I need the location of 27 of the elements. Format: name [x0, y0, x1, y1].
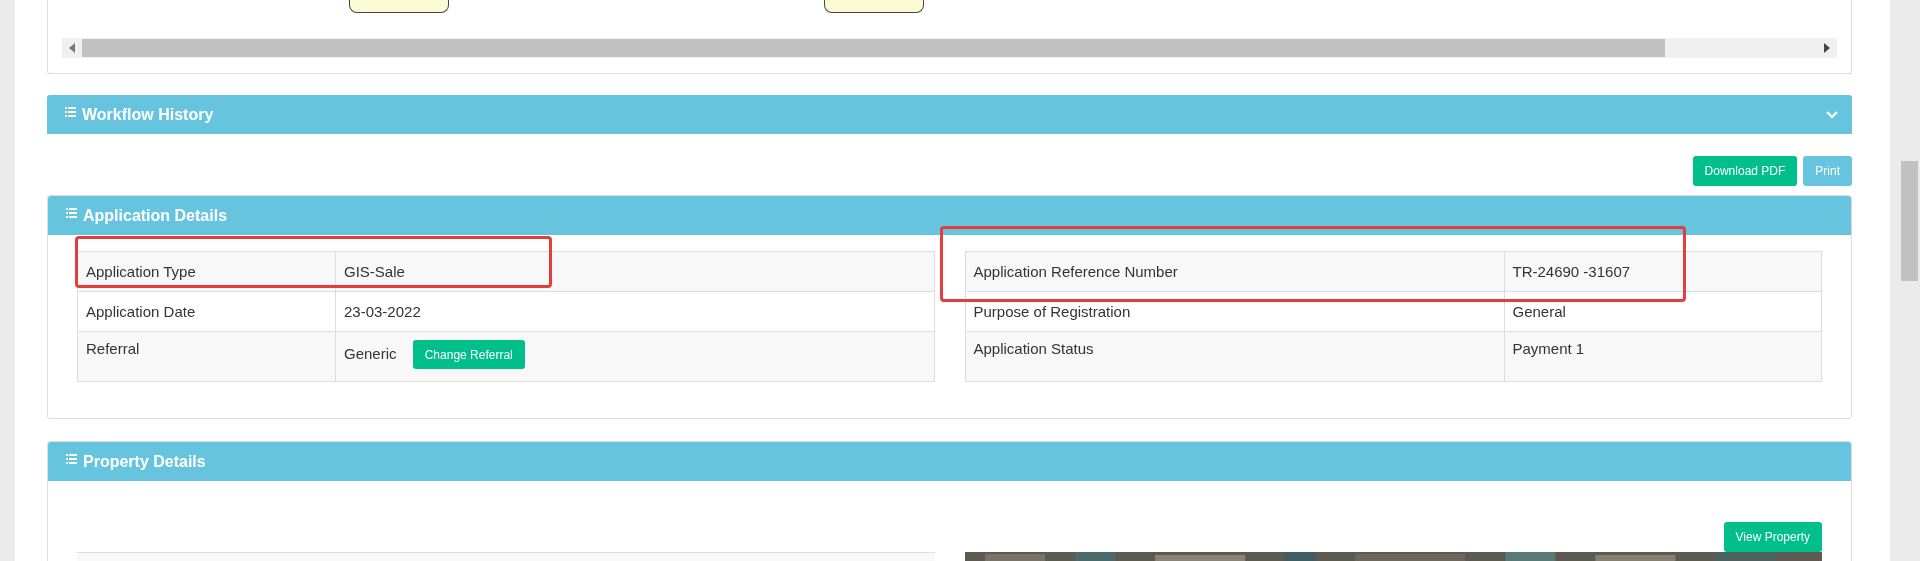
table-cell: Referral [77, 331, 336, 382]
table-cell: Application Date [77, 291, 336, 332]
chevron-down-icon[interactable] [1826, 110, 1838, 119]
table-cell: TR-24690 -31607 [1512, 263, 1631, 280]
print-button[interactable]: Print [1803, 156, 1852, 186]
vertical-scrollbar[interactable] [1890, 0, 1920, 561]
table-cell: Generic [344, 344, 397, 362]
panel-title: Application Details [83, 206, 228, 225]
scroll-right-icon[interactable] [1824, 43, 1830, 53]
change-referral-button[interactable]: Change Referral [412, 340, 525, 369]
list-icon [66, 453, 77, 464]
table-cell: Payment 1 [1512, 340, 1585, 357]
table-cell: Application Reference Number [965, 251, 1504, 292]
download-button[interactable]: Download PDF [1692, 156, 1798, 186]
panel-title: Property Details [83, 452, 206, 471]
list-icon [65, 106, 76, 117]
panel-header[interactable]: Workflow History [47, 95, 1852, 134]
table-cell: General [1512, 303, 1566, 320]
scroll-left-icon[interactable] [69, 43, 75, 53]
table-cell: GIS-Sale [344, 263, 405, 280]
view-property-button[interactable]: View Property [1723, 522, 1822, 552]
table-cell: Application Status [965, 331, 1504, 382]
list-icon [66, 207, 77, 218]
panel-title: Workflow History [82, 105, 214, 124]
horizontal-scrollbar[interactable] [62, 38, 1837, 58]
table-cell: Purpose of Registration [965, 291, 1504, 332]
table-cell: 23-03-2022 [344, 303, 421, 320]
